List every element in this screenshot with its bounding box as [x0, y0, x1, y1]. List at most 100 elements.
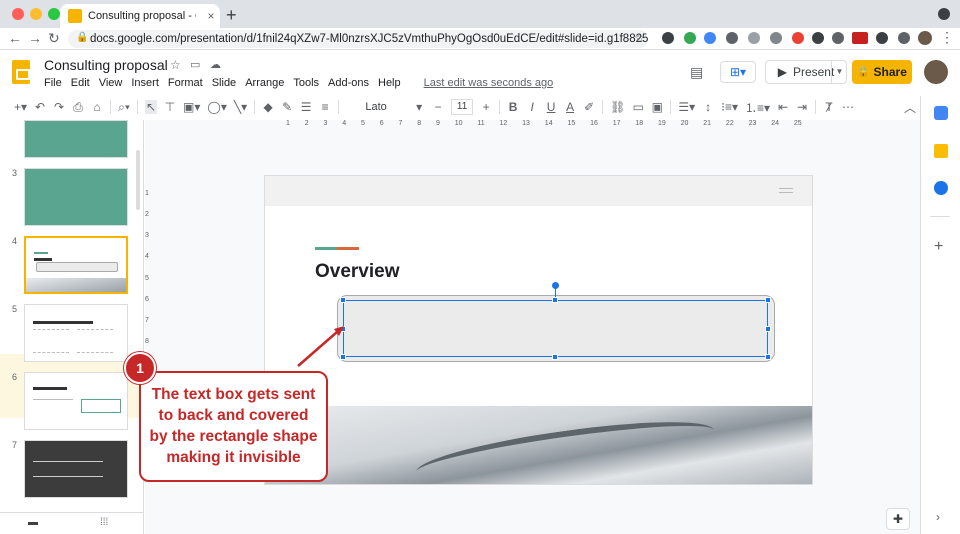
more-icon[interactable]: ⋯ — [842, 100, 854, 114]
reload-icon[interactable]: ↻ — [48, 30, 60, 47]
filmstrip-scrollbar[interactable] — [136, 150, 140, 210]
menu-arrange[interactable]: Arrange — [245, 77, 284, 89]
slide-thumbnail[interactable] — [24, 168, 128, 226]
menu-format[interactable]: Format — [168, 77, 203, 89]
increase-font-size-icon[interactable]: + — [480, 100, 492, 114]
slide-title[interactable]: Overview — [315, 261, 400, 283]
highlight-icon[interactable]: ✐ — [583, 100, 595, 114]
new-slide-icon[interactable]: +▾ — [14, 100, 27, 114]
menu-view[interactable]: View — [99, 77, 123, 89]
keep-icon[interactable] — [934, 144, 948, 158]
profile-avatar[interactable] — [918, 31, 932, 45]
extension-icon[interactable] — [876, 32, 888, 44]
explore-button[interactable]: ✚ — [886, 508, 910, 530]
text-color-icon[interactable]: A — [564, 100, 576, 114]
forward-icon[interactable]: → — [28, 30, 42, 46]
menu-help[interactable]: Help — [378, 77, 401, 89]
resize-handle[interactable] — [765, 326, 771, 332]
extension-icon[interactable] — [770, 32, 782, 44]
shape-icon[interactable]: ◯▾ — [207, 100, 226, 114]
close-window-icon[interactable] — [12, 8, 24, 20]
resize-handle[interactable] — [765, 354, 771, 360]
redo-icon[interactable]: ↷ — [53, 100, 65, 114]
menu-slide[interactable]: Slide — [212, 77, 236, 89]
resize-handle[interactable] — [552, 354, 558, 360]
menu-add-ons[interactable]: Add-ons — [328, 77, 369, 89]
image-insert-icon[interactable]: ▣ — [651, 100, 663, 114]
extension-icon[interactable] — [852, 32, 868, 44]
slides-logo-icon[interactable] — [12, 60, 30, 84]
numbered-list-icon[interactable]: ⒈≡▾ — [745, 99, 770, 116]
extensions-puzzle-icon[interactable] — [898, 32, 910, 44]
extension-icon[interactable] — [832, 32, 844, 44]
fill-color-icon[interactable]: ◆ — [262, 100, 274, 114]
bulleted-list-icon[interactable]: ⁝≡▾ — [721, 100, 738, 114]
image-icon[interactable]: ▣▾ — [183, 100, 200, 114]
comment-icon[interactable]: ▭ — [632, 100, 644, 114]
maximize-window-icon[interactable] — [48, 8, 60, 20]
minimize-window-icon[interactable] — [30, 8, 42, 20]
line-spacing-icon[interactable]: ↕ — [702, 100, 714, 114]
new-slide-menu-button[interactable]: ⊞▾ — [720, 61, 756, 83]
browser-tab[interactable]: Consulting proposal - Google Slides × — [60, 4, 220, 28]
extension-icon[interactable] — [662, 32, 674, 44]
list-view-icon[interactable]: ▬ — [28, 517, 38, 528]
selection-box[interactable] — [343, 300, 768, 357]
resize-handle[interactable] — [340, 326, 346, 332]
font-select[interactable]: Lato — [346, 101, 406, 113]
bookmark-star-icon[interactable]: ☆ — [634, 31, 645, 45]
back-icon[interactable]: ← — [8, 30, 22, 46]
slide-canvas[interactable]: Overview — [264, 175, 813, 485]
paint-format-icon[interactable]: ⌂ — [91, 100, 103, 114]
zoom-icon[interactable]: ⌕▾ — [118, 100, 130, 115]
border-weight-icon[interactable]: ☰ — [300, 100, 312, 114]
extension-icon[interactable] — [726, 32, 738, 44]
link-icon[interactable]: ⛓ — [610, 100, 625, 114]
select-cursor-icon[interactable]: ↖ — [145, 100, 158, 114]
new-tab-button[interactable]: + — [226, 5, 237, 26]
move-folder-icon[interactable]: ▭ — [190, 58, 200, 71]
font-size-input[interactable]: 11 — [451, 99, 474, 115]
increase-indent-icon[interactable]: ⇥ — [796, 100, 808, 114]
tab-close-icon[interactable]: × — [202, 9, 220, 23]
star-icon[interactable]: ☆ — [170, 58, 181, 72]
tasks-icon[interactable] — [934, 181, 948, 195]
resize-handle[interactable] — [340, 297, 346, 303]
menu-insert[interactable]: Insert — [131, 77, 159, 89]
horizontal-ruler[interactable]: 1 2 3 4 5 6 7 8 9 10 11 12 13 14 15 16 17 18 19 20 21 22 23 24 2… — [266, 120, 814, 130]
extension-icon[interactable] — [812, 32, 824, 44]
text-box-icon[interactable]: ⊤ — [164, 100, 176, 114]
last-edit-link[interactable]: Last edit was seconds ago — [424, 77, 554, 89]
undo-icon[interactable]: ↶ — [34, 100, 46, 114]
slide-thumbnail[interactable] — [24, 372, 128, 430]
menu-file[interactable]: File — [44, 77, 62, 89]
user-avatar[interactable] — [924, 60, 948, 84]
line-icon[interactable]: ╲▾ — [234, 100, 247, 114]
browser-menu-icon[interactable]: ⋮ — [940, 29, 954, 46]
underline-icon[interactable]: U — [545, 100, 557, 114]
clear-formatting-icon[interactable]: Ⱦ — [823, 100, 835, 114]
lock-icon[interactable]: 🔒 — [76, 32, 88, 43]
url-input[interactable]: docs.google.com/presentation/d/1fnil24qX… — [68, 30, 648, 48]
align-icon[interactable]: ☰▾ — [678, 100, 695, 114]
slide-thumbnail[interactable] — [24, 304, 128, 362]
document-title[interactable]: Consulting proposal — [44, 57, 168, 73]
present-dropdown-icon[interactable]: ▼ — [831, 60, 847, 84]
extension-icon[interactable] — [684, 32, 696, 44]
print-icon[interactable]: ⎙ — [72, 100, 84, 115]
slide-thumbnail[interactable] — [24, 440, 128, 498]
rotation-handle[interactable] — [552, 282, 559, 289]
bold-icon[interactable]: B — [507, 100, 519, 114]
calendar-icon[interactable] — [934, 106, 948, 120]
grid-view-icon[interactable]: ⁞⁞⁞ — [100, 517, 108, 528]
border-color-icon[interactable]: ✎ — [281, 100, 293, 114]
add-addon-icon[interactable]: + — [934, 238, 943, 256]
chrome-menu-icon[interactable] — [938, 8, 950, 20]
italic-icon[interactable]: I — [526, 100, 538, 114]
extension-icon[interactable] — [704, 32, 716, 44]
expand-panel-icon[interactable]: › — [936, 510, 940, 524]
decrease-indent-icon[interactable]: ⇤ — [777, 100, 789, 114]
comment-history-icon[interactable]: ▤ — [690, 64, 703, 81]
resize-handle[interactable] — [340, 354, 346, 360]
menu-tools[interactable]: Tools — [293, 77, 319, 89]
